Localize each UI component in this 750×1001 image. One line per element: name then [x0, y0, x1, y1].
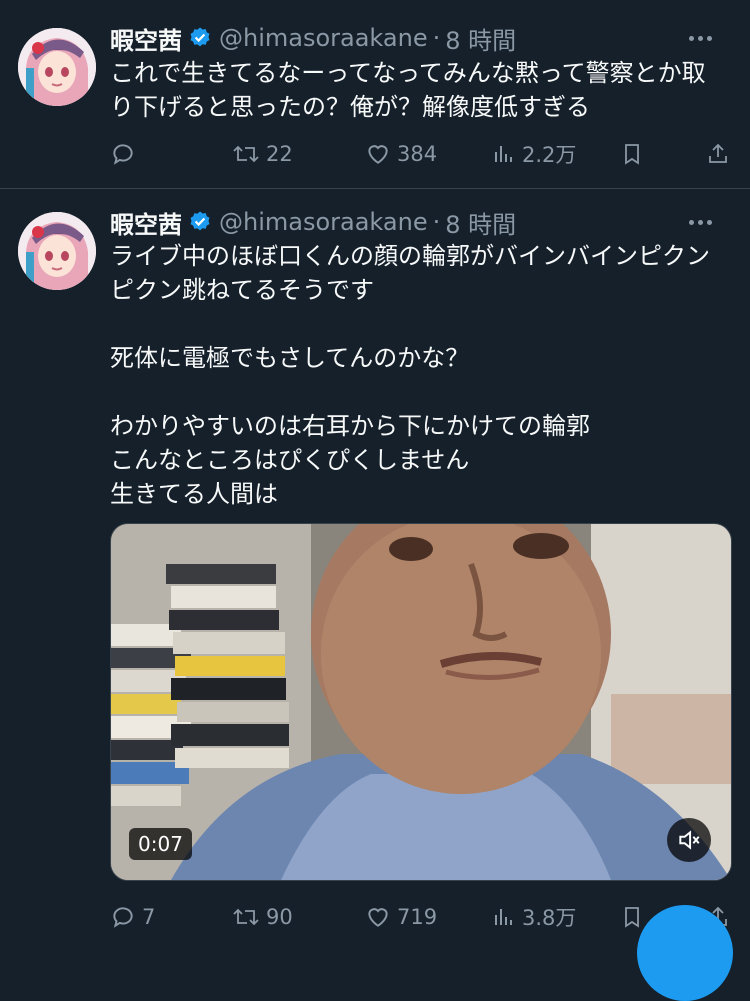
tweet[interactable]: 暇空茜 @himasoraakane · 8 時間 ライブ中のほぼ口くんの顔の輪…	[0, 189, 750, 934]
timestamp[interactable]: 8 時間	[445, 205, 516, 240]
compose-button[interactable]	[637, 905, 733, 1001]
retweet-button[interactable]: 22	[232, 136, 293, 172]
tweet-text: これで生きてるなーってなってみんな黙って警察とか取り下げると思ったの？俺が？解像…	[110, 59, 706, 121]
like-count: 384	[397, 142, 438, 166]
like-button[interactable]: 384	[365, 136, 437, 172]
retweet-icon	[233, 908, 259, 926]
display-name[interactable]: 暇空茜	[110, 205, 182, 240]
retweet-count: 90	[266, 905, 293, 929]
share-icon	[709, 143, 727, 163]
handle[interactable]: @himasoraakane	[219, 208, 428, 236]
video-player[interactable]: 0:07	[110, 523, 732, 881]
more-icon[interactable]	[689, 202, 712, 242]
bookmark-icon	[625, 144, 639, 165]
verified-badge-icon	[188, 26, 212, 50]
reply-button[interactable]: 7	[110, 899, 155, 935]
retweet-count: 22	[266, 142, 293, 166]
tweet-text: ライブ中のほぼ口くんの顔の輪郭がバインバインピクンピクン跳ねてるそうです 死体に…	[110, 242, 710, 508]
verified-badge-icon	[188, 210, 212, 234]
separator: ·	[432, 208, 441, 236]
views-count: 2.2万	[522, 143, 577, 167]
bookmark-button[interactable]	[620, 136, 644, 172]
like-icon	[368, 145, 388, 164]
timestamp[interactable]: 8 時間	[445, 21, 516, 56]
like-icon	[368, 908, 388, 927]
tweet-actions: 22 384 2.2万	[110, 136, 730, 172]
tweet-header: 暇空茜 @himasoraakane · 8 時間	[110, 18, 730, 58]
bookmark-button[interactable]	[620, 899, 644, 935]
tweet[interactable]: 暇空茜 @himasoraakane · 8 時間 これで生きてるなーってなって…	[0, 0, 750, 189]
avatar[interactable]	[18, 212, 96, 290]
views-button[interactable]: 3.8万	[492, 899, 576, 935]
views-icon	[495, 146, 512, 162]
display-name[interactable]: 暇空茜	[110, 21, 182, 56]
views-button[interactable]: 2.2万	[492, 136, 576, 172]
reply-icon	[113, 907, 133, 928]
like-count: 719	[397, 905, 438, 929]
handle[interactable]: @himasoraakane	[219, 24, 428, 52]
avatar[interactable]	[18, 28, 96, 106]
share-button[interactable]	[706, 136, 730, 172]
tweet-header: 暇空茜 @himasoraakane · 8 時間	[110, 202, 730, 242]
tweet-actions: 7 90 719 3.8万	[110, 899, 730, 935]
reply-button[interactable]	[110, 136, 142, 172]
more-icon[interactable]	[689, 18, 712, 58]
reply-icon	[113, 144, 133, 165]
mute-icon	[679, 830, 700, 850]
video-frame	[111, 524, 731, 880]
retweet-button[interactable]: 90	[232, 899, 293, 935]
mute-button[interactable]	[667, 818, 711, 862]
bookmark-icon	[625, 907, 639, 928]
views-count: 3.8万	[522, 906, 577, 930]
video-timestamp: 0:07	[129, 828, 192, 860]
reply-count: 7	[142, 905, 156, 929]
like-button[interactable]: 719	[365, 899, 437, 935]
views-icon	[495, 909, 512, 925]
separator: ·	[432, 24, 441, 52]
retweet-icon	[233, 145, 259, 163]
